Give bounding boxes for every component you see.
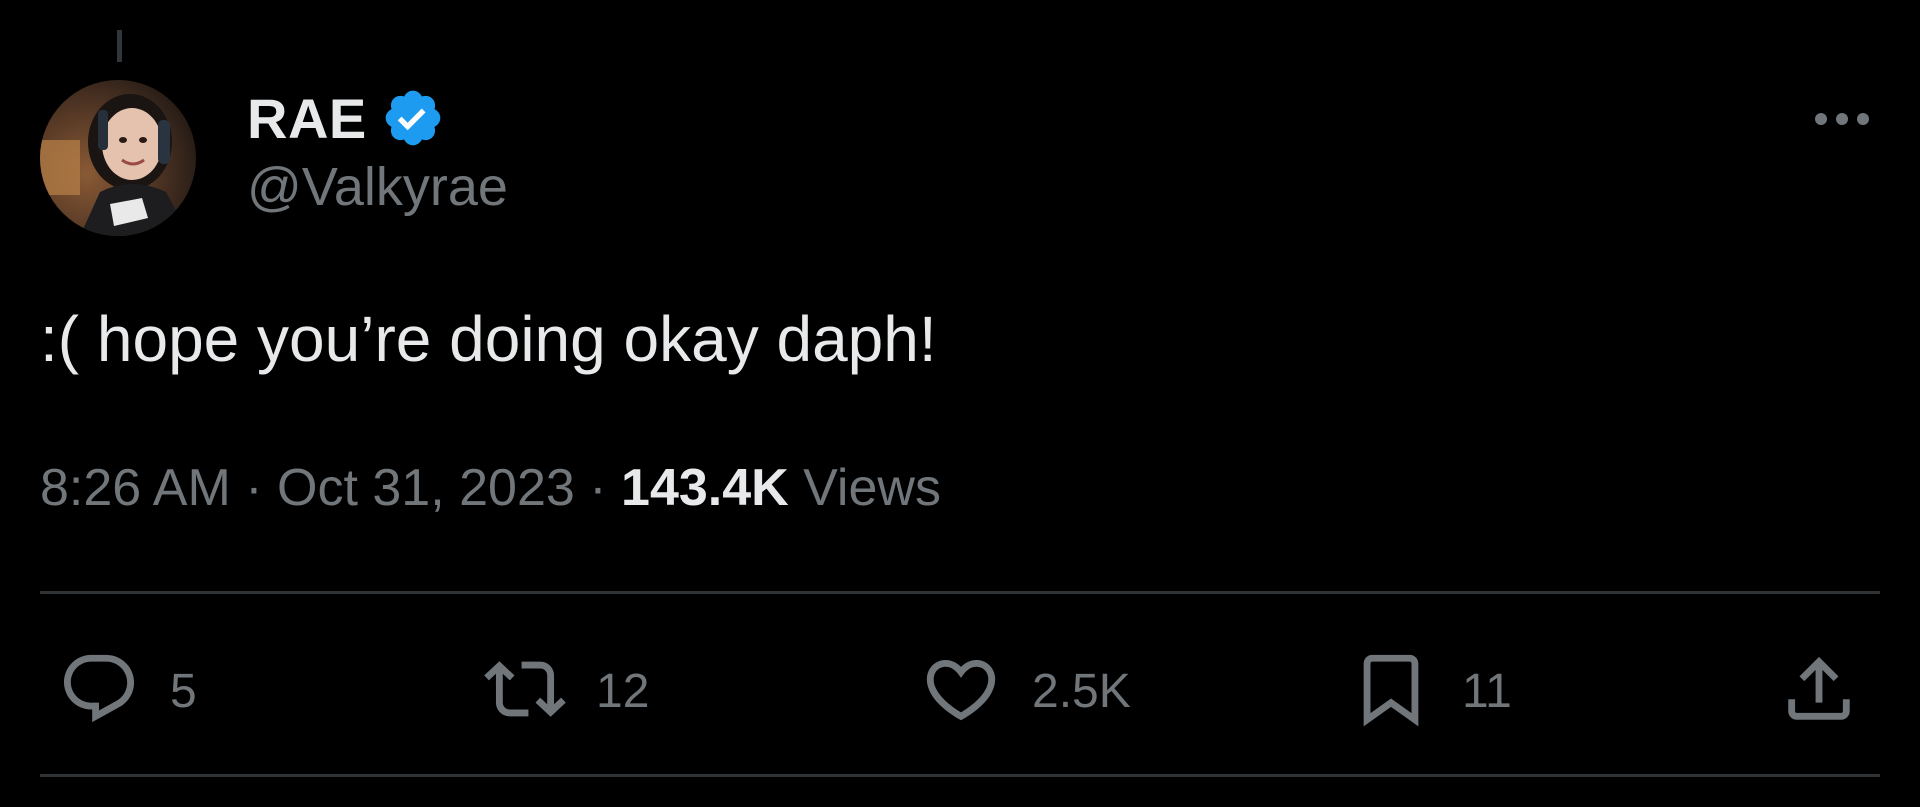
- heart-icon: [920, 648, 1002, 735]
- bookmark-count: 11: [1462, 665, 1512, 718]
- bookmark-icon: [1350, 648, 1432, 735]
- tweet-date[interactable]: Oct 31, 2023: [277, 459, 575, 517]
- views-count[interactable]: 143.4K: [621, 459, 789, 517]
- bookmark-button[interactable]: 11: [1350, 648, 1512, 735]
- divider: [40, 591, 1880, 594]
- avatar[interactable]: [40, 80, 196, 236]
- verified-badge-icon[interactable]: [381, 86, 445, 150]
- more-horizontal-icon[interactable]: [1812, 108, 1872, 130]
- share-icon: [1778, 648, 1860, 735]
- tweet-meta: 8:26 AM · Oct 31, 2023 · 143.4K Views: [40, 458, 941, 518]
- reply-icon: [58, 648, 140, 735]
- meta-separator: ·: [245, 459, 263, 517]
- reply-button[interactable]: 5: [58, 648, 197, 735]
- divider: [40, 774, 1880, 777]
- retweet-count: 12: [596, 665, 650, 718]
- author-block: RAE @Valkyrae: [247, 86, 508, 218]
- share-button[interactable]: [1778, 648, 1860, 735]
- display-name[interactable]: RAE: [247, 86, 367, 151]
- retweet-button[interactable]: 12: [484, 648, 649, 735]
- thread-connector-line: [117, 30, 122, 62]
- author-name-row: RAE: [247, 86, 508, 150]
- like-button[interactable]: 2.5K: [920, 648, 1131, 735]
- meta-separator: ·: [589, 459, 607, 517]
- tweet-time[interactable]: 8:26 AM: [40, 459, 231, 517]
- user-handle[interactable]: @Valkyrae: [247, 156, 508, 218]
- like-count: 2.5K: [1032, 665, 1131, 718]
- tweet-text: :( hope you’re doing okay daph!: [40, 303, 937, 375]
- views-label: Views: [803, 459, 941, 517]
- retweet-icon: [484, 648, 566, 735]
- reply-count: 5: [170, 665, 197, 718]
